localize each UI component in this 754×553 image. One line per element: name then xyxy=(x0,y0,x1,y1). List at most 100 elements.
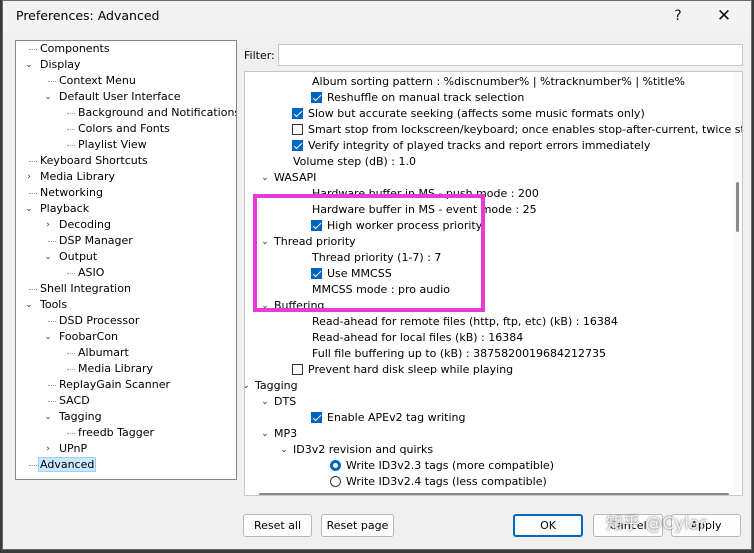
checkbox[interactable] xyxy=(292,140,303,151)
setting-row[interactable]: WASAPI xyxy=(274,170,316,186)
setting-row[interactable]: ID3v2 revision and quirks xyxy=(293,442,433,458)
checkbox[interactable] xyxy=(311,220,322,231)
setting-row[interactable]: Full file buffering up to (kB) : 3875820… xyxy=(312,346,606,362)
collapse-chevron-icon[interactable]: › xyxy=(24,169,34,185)
tree-item-playlist-view[interactable]: Playlist View xyxy=(76,137,149,153)
expand-chevron-icon[interactable]: ⌄ xyxy=(24,297,34,313)
tree-connector xyxy=(48,401,56,402)
tree-item-shell-integration[interactable]: Shell Integration xyxy=(38,281,133,297)
expand-chevron-icon[interactable]: ⌄ xyxy=(43,409,53,425)
reset-page-button[interactable]: Reset page xyxy=(321,514,394,537)
expand-chevron-icon[interactable]: ⌄ xyxy=(260,298,270,314)
setting-row[interactable]: Use MMCSS xyxy=(327,266,392,282)
tree-item-label: Media Library xyxy=(40,170,115,183)
collapse-chevron-icon[interactable]: › xyxy=(43,217,53,233)
ok-button[interactable]: OK xyxy=(513,514,583,537)
setting-row[interactable]: Volume step (dB) : 1.0 xyxy=(293,154,416,170)
window-title: Preferences: Advanced xyxy=(16,8,160,23)
setting-row[interactable]: Read-ahead for remote files (http, ftp, … xyxy=(312,314,618,330)
reset-all-button[interactable]: Reset all xyxy=(243,514,312,537)
expand-chevron-icon[interactable]: ⌄ xyxy=(24,57,34,73)
setting-row[interactable]: Prevent hard disk sleep while playing xyxy=(308,362,513,378)
radio-button[interactable] xyxy=(330,460,341,471)
setting-row[interactable]: Tagging xyxy=(255,378,298,394)
expand-chevron-icon[interactable]: ⌄ xyxy=(245,378,251,394)
setting-label: Album sorting pattern : %discnumber% | %… xyxy=(312,75,685,88)
expand-chevron-icon[interactable]: ⌄ xyxy=(24,201,34,217)
tree-item-sacd[interactable]: SACD xyxy=(57,393,92,409)
tree-item-dsd-processor[interactable]: DSD Processor xyxy=(57,313,141,329)
tree-item-foobarcon[interactable]: FoobarCon xyxy=(57,329,120,345)
radio-button[interactable] xyxy=(330,476,341,487)
setting-row[interactable]: Hardware buffer in MS - event mode : 25 xyxy=(312,202,537,218)
tree-item-keyboard-shortcuts[interactable]: Keyboard Shortcuts xyxy=(38,153,150,169)
checkbox[interactable] xyxy=(292,108,303,119)
filter-input[interactable] xyxy=(278,44,743,66)
checkbox[interactable] xyxy=(292,124,303,135)
checkbox[interactable] xyxy=(311,268,322,279)
tree-item-background-and-notifications[interactable]: Background and Notifications xyxy=(76,105,236,121)
tree-item-playback[interactable]: Playback xyxy=(38,201,91,217)
setting-row[interactable]: Verify integrity of played tracks and re… xyxy=(308,138,650,154)
tree-item-media-library[interactable]: Media Library xyxy=(76,361,155,377)
expand-chevron-icon[interactable]: ⌄ xyxy=(260,394,270,410)
setting-row[interactable]: Hardware buffer in MS - push mode : 200 xyxy=(312,186,539,202)
checkbox[interactable] xyxy=(292,364,303,375)
tree-item-tools[interactable]: Tools xyxy=(38,297,69,313)
expand-chevron-icon[interactable]: ⌄ xyxy=(260,170,270,186)
collapse-chevron-icon[interactable]: › xyxy=(43,441,53,457)
setting-row[interactable]: High worker process priority xyxy=(327,218,482,234)
setting-row[interactable]: Read-ahead for local files (kB) : 16384 xyxy=(312,330,523,346)
tree-item-display[interactable]: Display xyxy=(38,57,83,73)
setting-row[interactable]: Enable APEv2 tag writing xyxy=(327,410,466,426)
setting-row[interactable]: MMCSS mode : pro audio xyxy=(312,282,450,298)
setting-row[interactable]: Thread priority xyxy=(274,234,356,250)
tree-item-upnp[interactable]: UPnP xyxy=(57,441,89,457)
setting-row[interactable]: Write ID3v2.3 tags (more compatible) xyxy=(346,458,554,474)
setting-label: Read-ahead for local files (kB) : 16384 xyxy=(312,331,524,344)
tree-item-decoding[interactable]: Decoding xyxy=(57,217,113,233)
expand-chevron-icon[interactable]: ⌄ xyxy=(279,442,289,458)
advanced-settings-tree[interactable]: Album sorting pattern : %discnumber% | %… xyxy=(244,71,743,496)
tree-item-dsp-manager[interactable]: DSP Manager xyxy=(57,233,135,249)
preferences-tree[interactable]: Components ⌄ Display Context Menu ⌄ Default U… xyxy=(15,40,237,480)
help-button[interactable]: ? xyxy=(655,1,701,32)
tree-item-default-user-interface[interactable]: Default User Interface xyxy=(57,89,183,105)
tree-item-media-library[interactable]: Media Library xyxy=(38,169,117,185)
tree-item-components[interactable]: Components xyxy=(38,41,112,57)
tree-item-asio[interactable]: ASIO xyxy=(76,265,106,281)
expand-chevron-icon[interactable]: ⌄ xyxy=(43,329,53,345)
tree-item-tagging[interactable]: Tagging xyxy=(57,409,104,425)
tree-connector xyxy=(67,145,75,146)
tree-item-output[interactable]: Output xyxy=(57,249,99,265)
setting-row[interactable]: Write ID3v2.4 tags (less compatible) xyxy=(346,474,547,490)
tree-item-colors-and-fonts[interactable]: Colors and Fonts xyxy=(76,121,172,137)
tree-item-freedb-tagger[interactable]: freedb Tagger xyxy=(76,425,156,441)
expand-chevron-icon[interactable]: ⌄ xyxy=(43,89,53,105)
tree-item-context-menu[interactable]: Context Menu xyxy=(57,73,138,89)
setting-row[interactable]: Slow but accurate seeking (affects some … xyxy=(308,106,645,122)
tree-connector xyxy=(67,113,75,114)
checkbox[interactable] xyxy=(311,412,322,423)
checkbox[interactable] xyxy=(311,92,322,103)
tree-connector xyxy=(29,49,37,50)
expand-chevron-icon[interactable]: ⌄ xyxy=(260,426,270,442)
tree-item-advanced[interactable]: Advanced xyxy=(38,457,97,473)
tree-item-albumart[interactable]: Albumart xyxy=(76,345,131,361)
setting-row[interactable]: MP3 xyxy=(274,426,297,442)
setting-row[interactable]: DTS xyxy=(274,394,296,410)
setting-row[interactable]: Buffering xyxy=(274,298,324,314)
setting-row[interactable]: Album sorting pattern : %discnumber% | %… xyxy=(312,74,685,90)
tree-item-replaygain-scanner[interactable]: ReplayGain Scanner xyxy=(57,377,172,393)
tree-connector xyxy=(67,353,75,354)
expand-chevron-icon[interactable]: ⌄ xyxy=(43,249,53,265)
setting-row[interactable]: Smart stop from lockscreen/keyboard; onc… xyxy=(308,122,742,138)
tree-item-networking[interactable]: Networking xyxy=(38,185,105,201)
setting-row[interactable]: Thread priority (1-7) : 7 xyxy=(312,250,441,266)
close-button[interactable]: ✕ xyxy=(701,1,747,32)
horizontal-scrollbar[interactable] xyxy=(259,493,729,495)
setting-row[interactable]: Reshuffle on manual track selection xyxy=(327,90,524,106)
setting-label: Read-ahead for remote files (http, ftp, … xyxy=(312,315,618,328)
expand-chevron-icon[interactable]: ⌄ xyxy=(260,234,270,250)
scrollbar-thumb[interactable] xyxy=(736,182,739,232)
